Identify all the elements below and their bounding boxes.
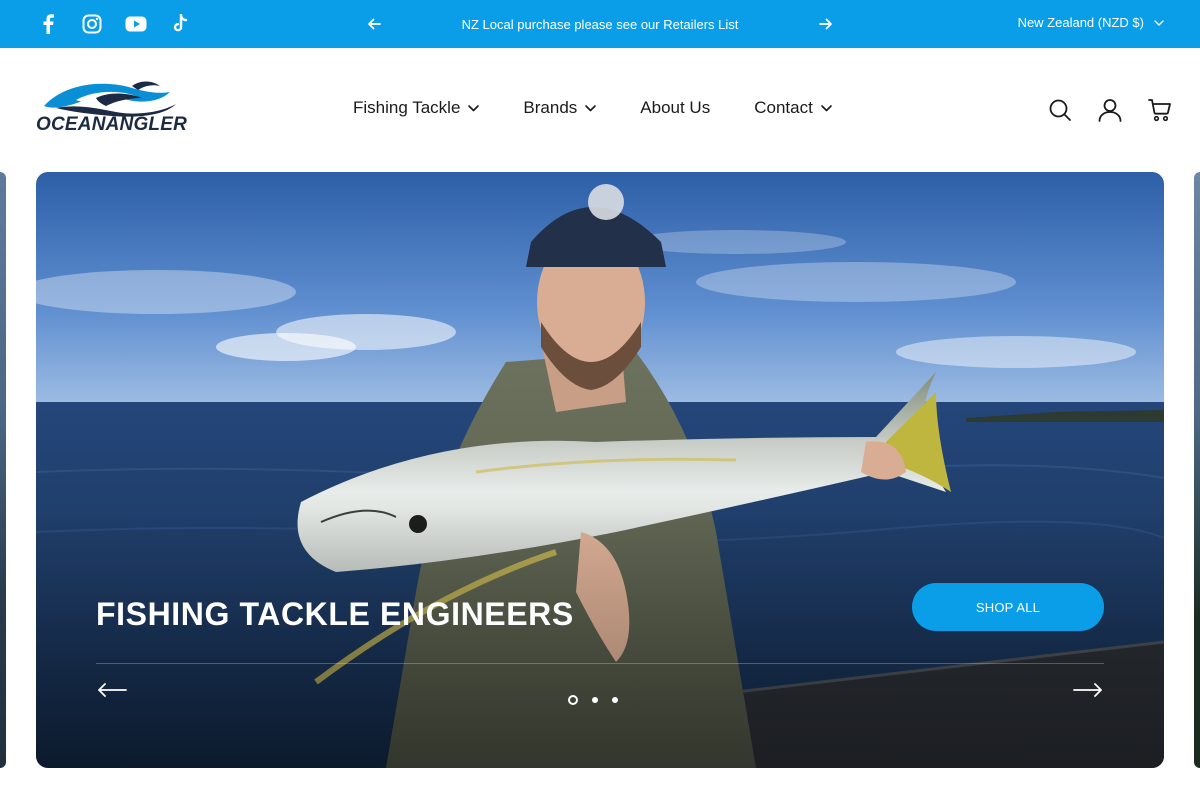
nav-item-label: Contact xyxy=(754,98,813,117)
nav-item-label: About Us xyxy=(640,98,711,117)
site-logo[interactable]: OCEANANGLER xyxy=(36,78,188,136)
previous-slide-peek[interactable] xyxy=(0,172,6,768)
nav-item-label: Fishing Tackle xyxy=(353,98,461,117)
search-icon[interactable] xyxy=(1046,96,1074,124)
slide-dot-3[interactable] xyxy=(612,697,618,703)
slide-next-button[interactable] xyxy=(1072,678,1104,702)
facebook-icon[interactable] xyxy=(36,12,60,36)
nav-item-fishing-tackle[interactable]: Fishing Tackle xyxy=(353,98,480,118)
slide-dot-2[interactable] xyxy=(592,697,598,703)
nav-item-contact[interactable]: Contact xyxy=(754,98,832,118)
chevron-down-icon xyxy=(585,104,597,111)
arrow-left-icon xyxy=(368,18,381,30)
instagram-icon[interactable] xyxy=(80,12,104,36)
currency-selector[interactable]: New Zealand (NZD $) xyxy=(1018,15,1164,30)
chevron-down-icon xyxy=(821,104,832,111)
announcement-prev-button[interactable] xyxy=(360,12,388,36)
social-links xyxy=(36,12,192,36)
slide-prev-button[interactable] xyxy=(96,678,128,702)
logo-text: OCEANANGLER xyxy=(36,114,188,135)
arrow-right-icon xyxy=(1073,683,1102,697)
logo-wave-icon xyxy=(44,81,176,117)
site-header: OCEANANGLER Fishing Tackle Brands About … xyxy=(0,48,1200,172)
announcement-text[interactable]: NZ Local purchase please see our Retaile… xyxy=(400,17,800,32)
arrow-left-icon xyxy=(98,683,127,697)
arrow-right-icon xyxy=(819,18,832,30)
main-navigation: Fishing Tackle Brands About Us Contact xyxy=(353,98,832,118)
announcement-next-button[interactable] xyxy=(812,12,840,36)
announcement-bar: NZ Local purchase please see our Retaile… xyxy=(0,0,1200,48)
currency-label: New Zealand (NZD $) xyxy=(1017,15,1144,30)
cart-icon[interactable] xyxy=(1146,96,1174,124)
hero-slideshow: FISHING TACKLE ENGINEERS SHOP ALL xyxy=(0,172,1200,768)
chevron-down-icon xyxy=(468,104,480,111)
account-icon[interactable] xyxy=(1096,96,1124,124)
hero-slide: FISHING TACKLE ENGINEERS SHOP ALL xyxy=(36,172,1164,768)
slide-pagination xyxy=(568,695,618,705)
slide-dot-1[interactable] xyxy=(568,695,578,705)
shop-all-button[interactable]: SHOP ALL xyxy=(912,583,1104,631)
hero-title: FISHING TACKLE ENGINEERS xyxy=(96,596,574,632)
nav-item-label: Brands xyxy=(523,98,578,117)
youtube-icon[interactable] xyxy=(124,12,148,36)
announcement-carousel: NZ Local purchase please see our Retaile… xyxy=(360,12,840,36)
header-icons xyxy=(1046,96,1174,124)
nav-item-brands[interactable]: Brands xyxy=(523,98,597,118)
hero-shade xyxy=(36,508,1164,768)
tiktok-icon[interactable] xyxy=(168,12,192,36)
slide-divider xyxy=(96,663,1104,664)
next-slide-peek[interactable] xyxy=(1194,172,1200,768)
chevron-down-icon xyxy=(1154,19,1164,26)
nav-item-about-us[interactable]: About Us xyxy=(640,98,710,118)
